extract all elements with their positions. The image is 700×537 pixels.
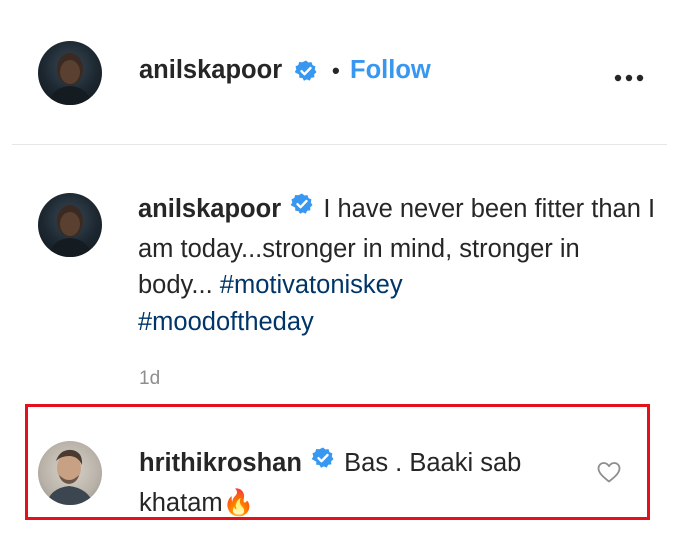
more-horizontal-icon — [614, 74, 644, 82]
comment-username[interactable]: hrithikroshan — [139, 449, 302, 477]
avatar-portrait-icon — [48, 53, 92, 105]
header-avatar[interactable] — [38, 41, 102, 105]
comment-avatar[interactable] — [38, 441, 102, 505]
avatar-portrait-icon — [48, 205, 92, 257]
header-separator-dot: • — [332, 58, 340, 83]
post-timestamp[interactable]: 1d — [139, 368, 160, 390]
more-options-button[interactable] — [613, 70, 645, 82]
verified-badge-icon — [311, 444, 335, 481]
follow-button[interactable]: Follow — [350, 56, 431, 85]
hashtag-link[interactable]: #moodoftheday — [138, 308, 314, 336]
heart-icon — [597, 462, 621, 483]
comment-like-button[interactable] — [596, 460, 622, 489]
verified-badge-icon — [294, 59, 318, 88]
caption-username[interactable]: anilskapoor — [138, 195, 281, 223]
header-divider — [12, 144, 667, 145]
caption-text-block: anilskapoor I have never been fitter tha… — [138, 190, 658, 340]
caption-avatar[interactable] — [38, 193, 102, 257]
avatar-portrait-icon — [46, 449, 94, 505]
fire-emoji-icon: 🔥 — [222, 488, 255, 517]
hashtag-link[interactable]: #motivatoniskey — [220, 271, 403, 299]
verified-badge-icon — [290, 190, 314, 227]
header-username[interactable]: anilskapoor — [139, 56, 282, 85]
comment-text-block: hrithikroshan Bas . Baaki sab khatam🔥 — [139, 444, 579, 521]
